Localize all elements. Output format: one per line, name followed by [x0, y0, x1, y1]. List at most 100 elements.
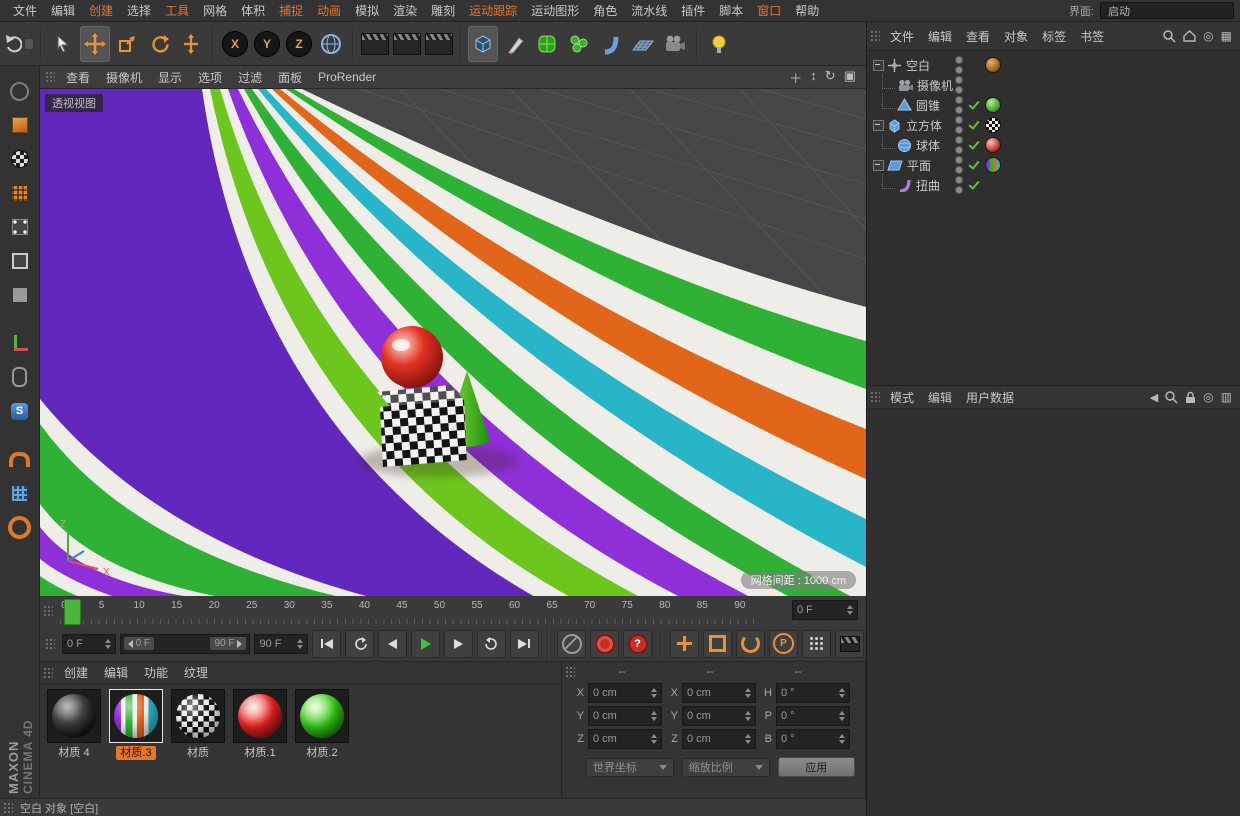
size-z-field[interactable]: 0 cm [682, 729, 756, 749]
autokey-button[interactable] [590, 630, 619, 658]
frame-range-slider[interactable]: 0 F 90 F [120, 634, 251, 654]
menu-tools[interactable]: 工具 [158, 2, 196, 19]
rot-b-field[interactable]: 0 ° [776, 729, 850, 749]
record-rotation-toggle[interactable] [736, 630, 765, 658]
render-view-button[interactable] [360, 26, 390, 62]
expander-icon[interactable] [873, 160, 884, 171]
om-menu-edit[interactable]: 编辑 [921, 28, 959, 45]
menu-character[interactable]: 角色 [586, 2, 624, 19]
previous-frame-button[interactable] [378, 630, 407, 658]
expander-icon[interactable] [873, 120, 884, 131]
next-key-button[interactable] [477, 630, 506, 658]
stepper-icon[interactable] [101, 639, 111, 649]
menu-window[interactable]: 窗口 [750, 2, 788, 19]
mat-menu-edit[interactable]: 编辑 [96, 664, 136, 681]
material-item[interactable]: 材质 4 [46, 689, 102, 760]
om-menu-tags[interactable]: 标签 [1035, 28, 1073, 45]
make-editable-button[interactable] [6, 76, 34, 106]
object-row-bend[interactable]: 扭曲 [867, 175, 1240, 195]
object-name[interactable]: 扭曲 [916, 177, 940, 194]
stepper-icon[interactable] [647, 688, 657, 698]
panel-split-icon[interactable]: ▥ [1221, 390, 1232, 404]
pos-y-field[interactable]: 0 cm [588, 706, 662, 726]
cloner-button[interactable] [564, 26, 594, 62]
visibility-toggles[interactable] [955, 96, 963, 114]
menu-mograph[interactable]: 运动图形 [524, 2, 586, 19]
pos-z-field[interactable]: 0 cm [588, 729, 662, 749]
edges-mode-button[interactable] [6, 246, 34, 276]
mat-menu-function[interactable]: 功能 [136, 664, 176, 681]
material-chip[interactable] [985, 157, 1001, 173]
rot-p-field[interactable]: 0 ° [776, 706, 850, 726]
object-name[interactable]: 空白 [906, 57, 930, 74]
menu-file[interactable]: 文件 [6, 2, 44, 19]
vp-menu-prorender[interactable]: ProRender [310, 70, 384, 84]
menu-volume[interactable]: 体积 [234, 2, 272, 19]
mat-menu-create[interactable]: 创建 [56, 664, 96, 681]
material-thumbnail[interactable] [233, 689, 287, 743]
visibility-toggles[interactable] [955, 56, 963, 74]
attr-menu-edit[interactable]: 编辑 [921, 389, 959, 406]
stepper-icon[interactable] [741, 688, 751, 698]
enabled-check-icon[interactable] [968, 99, 980, 111]
next-frame-button[interactable] [444, 630, 473, 658]
menu-snap[interactable]: 捕捉 [272, 2, 310, 19]
record-pla-toggle[interactable] [802, 630, 831, 658]
enabled-check-icon[interactable] [968, 139, 980, 151]
om-menu-file[interactable]: 文件 [883, 28, 921, 45]
om-menu-objects[interactable]: 对象 [997, 28, 1035, 45]
scale-mode-select[interactable]: 缩放比例 [682, 758, 770, 777]
object-name[interactable]: 立方体 [906, 117, 942, 134]
object-name[interactable]: 圆锥 [916, 97, 940, 114]
record-parameter-toggle[interactable]: P [769, 630, 798, 658]
menu-motion-tracker[interactable]: 运动跟踪 [462, 2, 524, 19]
enabled-check-icon[interactable] [968, 119, 980, 131]
goto-end-button[interactable] [510, 630, 539, 658]
rotate-tool-button[interactable] [144, 26, 174, 62]
object-row-cone[interactable]: 圆锥 [867, 95, 1240, 115]
focus-icon[interactable]: ◎ [1203, 29, 1213, 43]
pan-view-icon[interactable]: ＋ [789, 68, 802, 87]
enabled-check-icon[interactable] [968, 159, 980, 171]
object-name[interactable]: 平面 [907, 157, 931, 174]
menu-create[interactable]: 创建 [82, 2, 120, 19]
object-name[interactable]: 摄像机 [917, 77, 953, 94]
expander-icon[interactable] [873, 60, 884, 71]
material-chip[interactable] [985, 97, 1001, 113]
material-chip[interactable] [985, 137, 1001, 153]
last-tool-button[interactable] [176, 26, 206, 62]
mat-menu-texture[interactable]: 纹理 [176, 664, 216, 681]
play-button[interactable] [411, 630, 440, 658]
apply-button[interactable]: 应用 [778, 757, 855, 777]
material-item[interactable]: 材质.2 [294, 689, 350, 760]
material-thumbnail[interactable] [295, 689, 349, 743]
move-tool-button[interactable] [80, 26, 110, 62]
stepper-icon[interactable] [741, 734, 751, 744]
y-axis-lock-button[interactable]: Y [252, 26, 282, 62]
checkered-cube[interactable] [377, 385, 467, 467]
back-arrow-icon[interactable]: ◀ [1150, 391, 1158, 404]
keying-settings-button[interactable] [835, 630, 864, 658]
material-thumbnail[interactable] [109, 689, 163, 743]
uvw-mode-button[interactable] [6, 178, 34, 208]
material-thumbnail[interactable] [47, 689, 101, 743]
start-frame-field[interactable]: 0 F [62, 634, 116, 654]
enable-snap-button[interactable] [6, 444, 34, 474]
goto-start-button[interactable] [312, 630, 341, 658]
panel-grip[interactable] [565, 666, 575, 678]
menu-mesh[interactable]: 网格 [196, 2, 234, 19]
rotate-view-icon[interactable]: ↻ [825, 68, 836, 87]
vp-menu-camera[interactable]: 摄像机 [98, 69, 150, 86]
enabled-check-icon[interactable] [968, 179, 980, 191]
end-frame-field[interactable]: 90 F [254, 634, 308, 654]
current-frame-field[interactable]: 0 F [792, 600, 858, 620]
menu-pipeline[interactable]: 流水线 [624, 2, 674, 19]
object-row-sphere[interactable]: 球体 [867, 135, 1240, 155]
live-selection-button[interactable] [48, 26, 78, 62]
visibility-toggles[interactable] [955, 76, 963, 94]
search-icon[interactable] [1165, 391, 1178, 404]
record-keyframe-button[interactable] [557, 630, 586, 658]
model-mode-button[interactable] [6, 110, 34, 140]
tag-icon[interactable] [985, 57, 1001, 73]
floor-environment-button[interactable] [628, 26, 658, 62]
